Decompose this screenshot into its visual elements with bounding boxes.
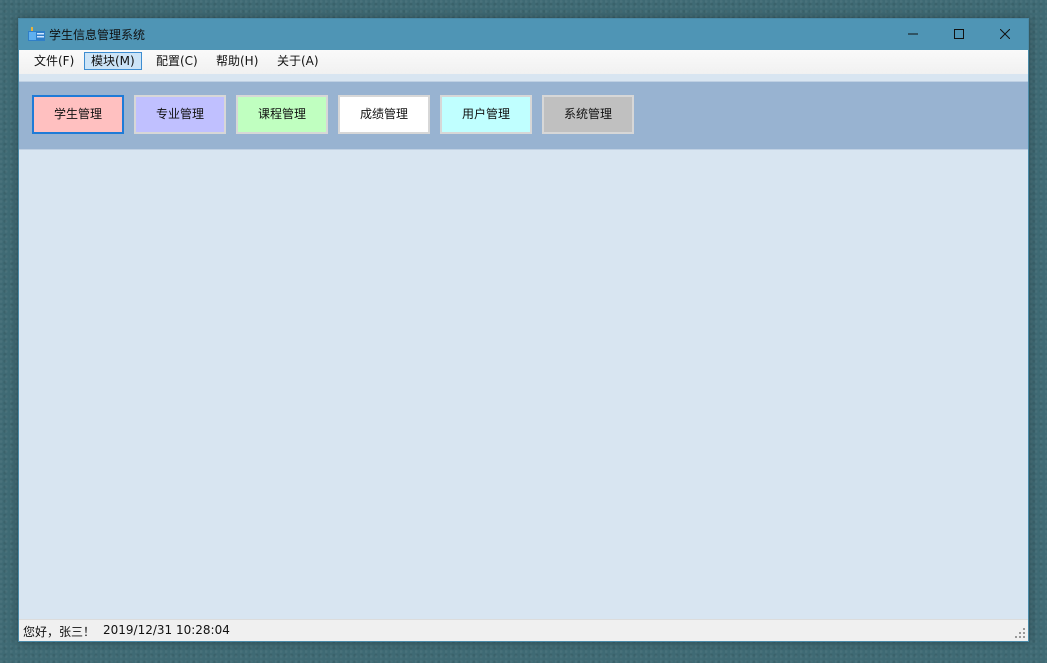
menu-help[interactable]: 帮助(H) — [209, 52, 265, 70]
user-management-button[interactable]: 用户管理 — [440, 95, 532, 134]
grade-management-button[interactable]: 成绩管理 — [338, 95, 430, 134]
window-title: 学生信息管理系统 — [49, 28, 146, 42]
system-management-button[interactable]: 系统管理 — [542, 95, 634, 134]
menu-config[interactable]: 配置(C) — [149, 52, 205, 70]
menu-module[interactable]: 模块(M) — [84, 52, 142, 70]
title-bar[interactable]: 学生信息管理系统 — [19, 19, 1028, 50]
maximize-icon — [954, 29, 964, 39]
menu-bar: 文件(F) 模块(M) 配置(C) 帮助(H) 关于(A) — [19, 50, 1028, 74]
resize-grip-icon[interactable] — [1014, 627, 1026, 639]
menu-about[interactable]: 关于(A) — [270, 52, 326, 70]
major-management-button[interactable]: 专业管理 — [134, 95, 226, 134]
main-content-area — [19, 150, 1028, 620]
maximize-button[interactable] — [936, 19, 982, 49]
close-button[interactable] — [982, 19, 1028, 49]
module-toolbar: 学生管理 专业管理 课程管理 成绩管理 用户管理 系统管理 — [19, 81, 1028, 150]
status-greeting: 您好，张三！ — [23, 625, 96, 639]
main-window: 学生信息管理系统 文件(F) 模块(M) 配置(C) 帮助(H) 关于(A) 学… — [18, 18, 1029, 642]
minimize-icon — [908, 33, 918, 35]
minimize-button[interactable] — [890, 19, 936, 49]
course-management-button[interactable]: 课程管理 — [236, 95, 328, 134]
status-bar: 您好，张三！ 2019/12/31 10:28:04 — [19, 619, 1028, 641]
menu-file[interactable]: 文件(F) — [27, 52, 81, 70]
student-management-button[interactable]: 学生管理 — [32, 95, 124, 134]
app-icon — [28, 27, 45, 41]
close-icon — [1000, 29, 1010, 39]
status-datetime: 2019/12/31 10:28:04 — [103, 623, 230, 637]
